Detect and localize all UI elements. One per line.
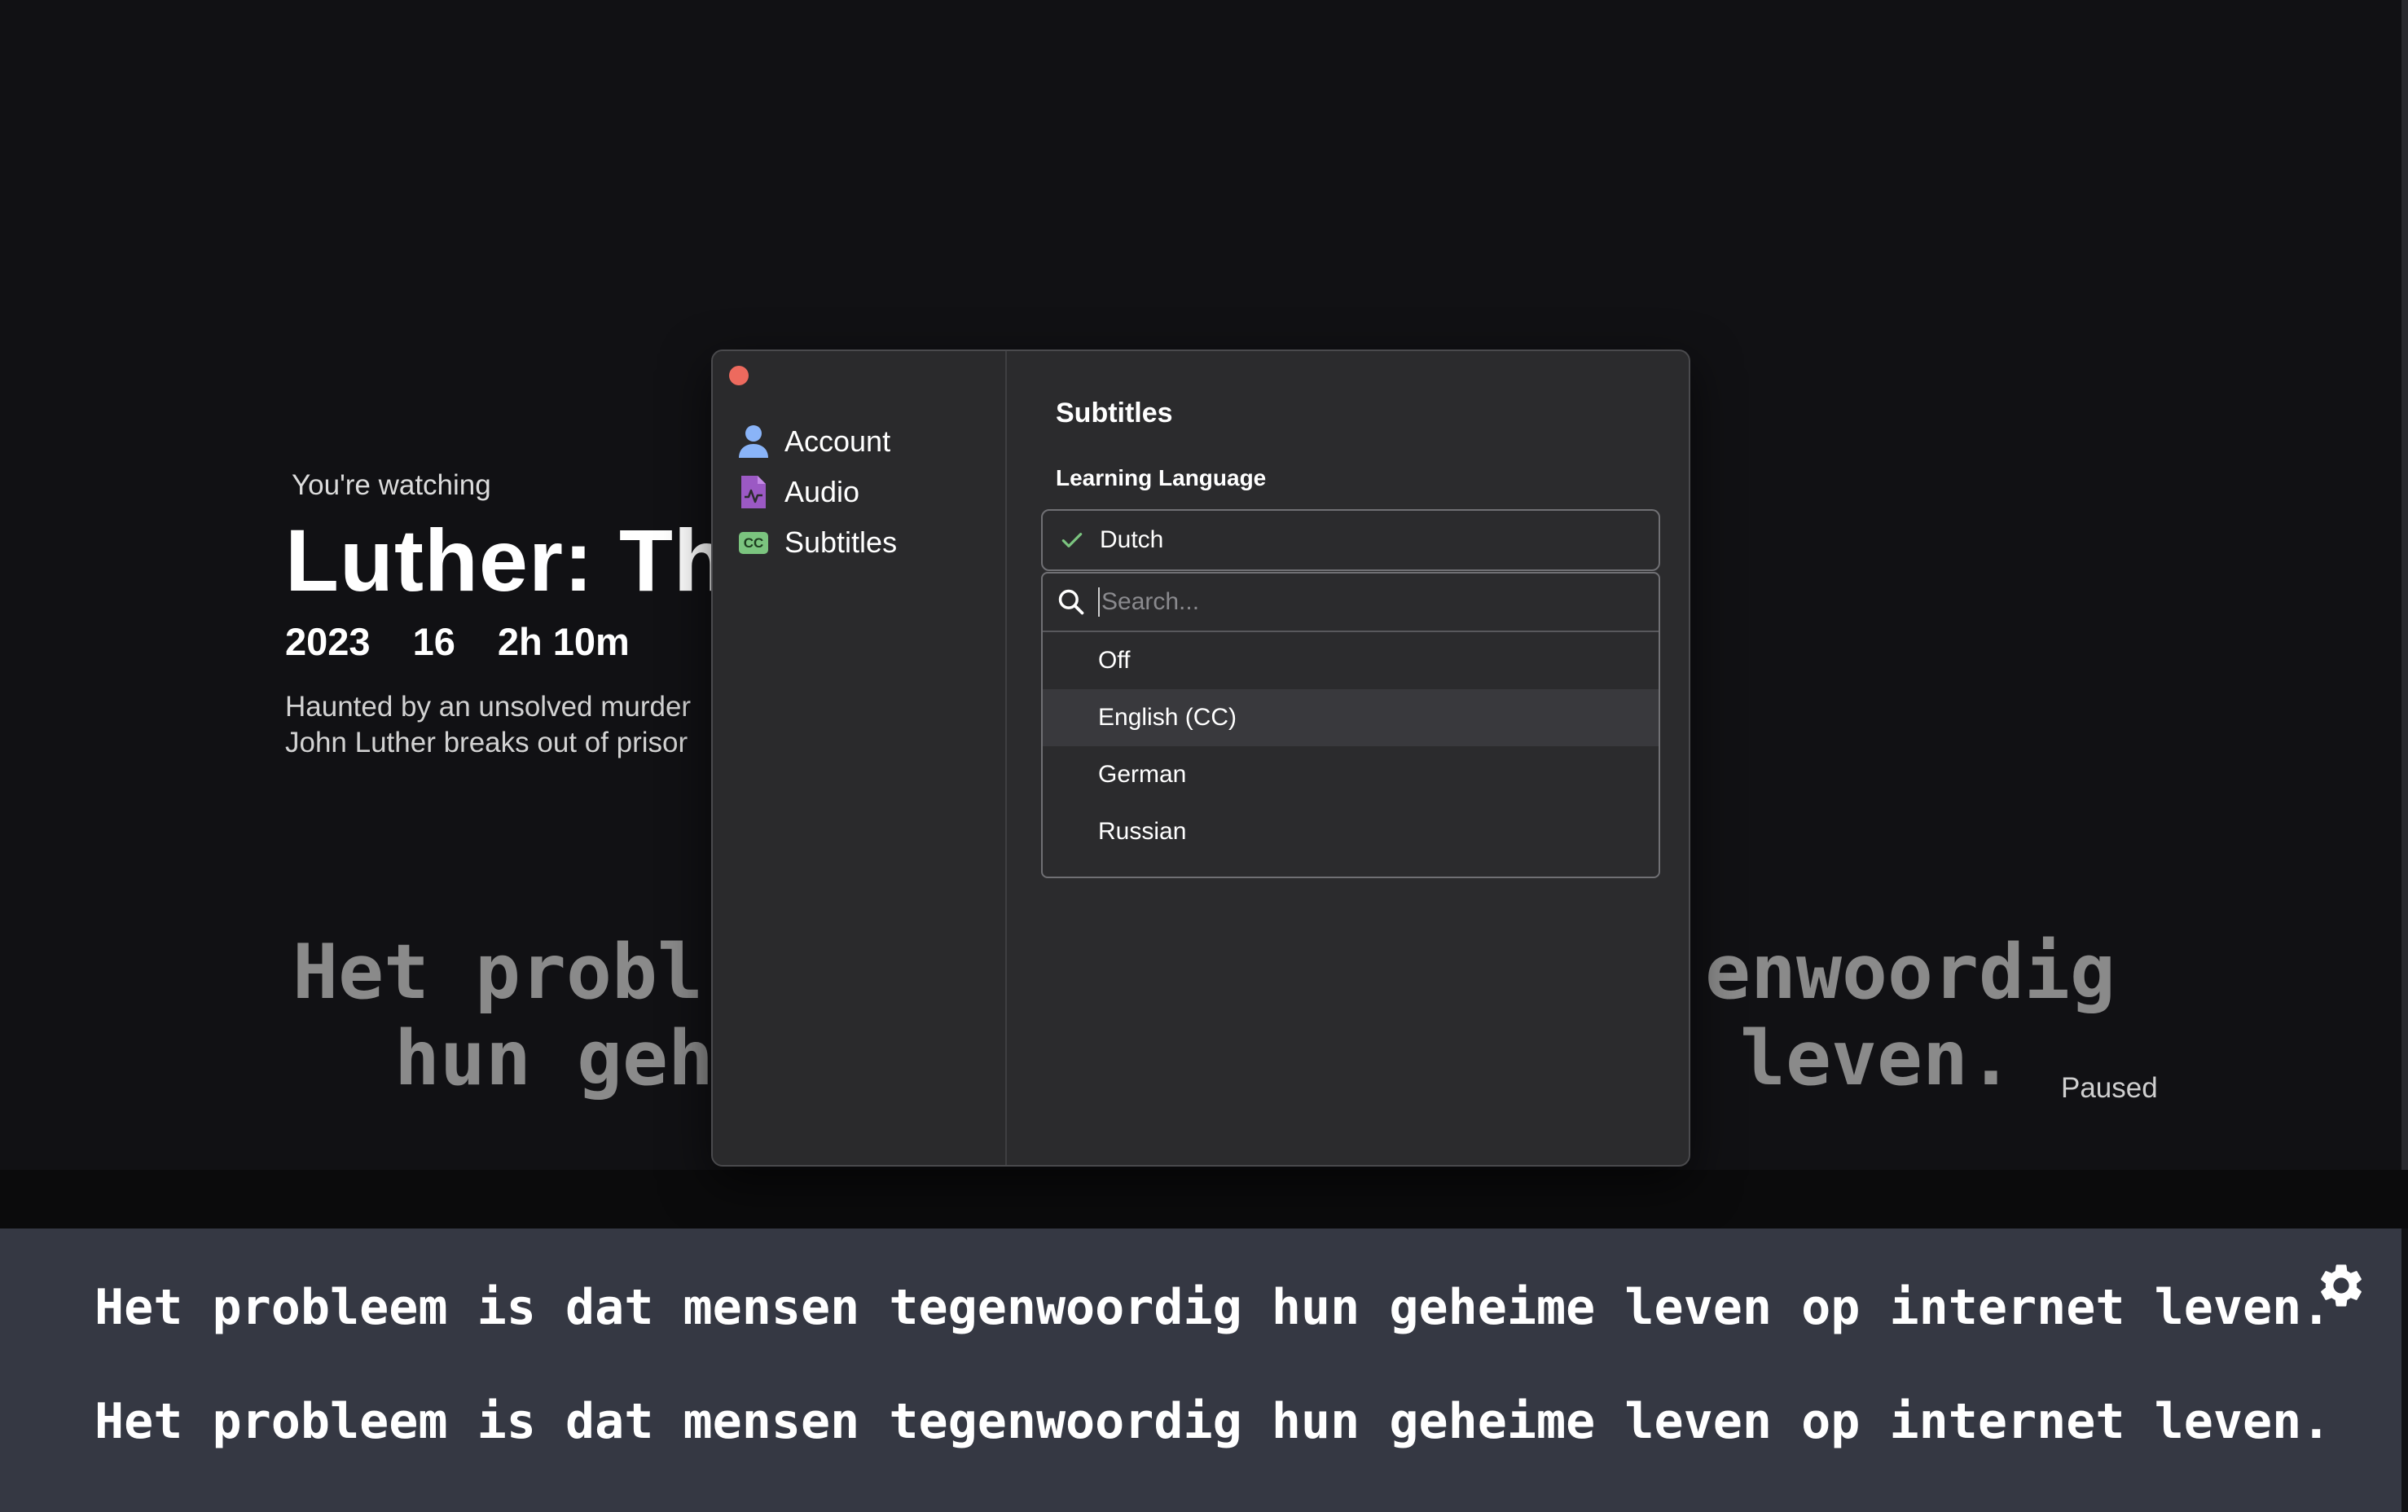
description-line: Haunted by an unsolved murder [285, 691, 692, 723]
movie-title: Luther: Th [285, 511, 728, 609]
settings-content: Subtitles Learning Language Dutch OffEng… [1007, 351, 1689, 1165]
language-option[interactable]: Off [1043, 632, 1659, 689]
sidebar-item-subtitles[interactable]: CC Subtitles [736, 522, 897, 563]
language-option[interactable]: Russian [1043, 803, 1659, 860]
sidebar-item-label: Subtitles [784, 525, 898, 559]
check-icon [1061, 533, 1083, 547]
subtitle-fragment: enwoordig [1705, 928, 2116, 1016]
sidebar-item-label: Account [784, 424, 891, 458]
audio-file-icon [736, 474, 771, 510]
sidebar-item-account[interactable]: Account [736, 421, 890, 462]
scrollbar-track[interactable] [2401, 0, 2408, 1170]
learning-language-label: Learning Language [1056, 465, 1267, 490]
watching-label: You're watching [292, 469, 491, 501]
language-dropdown: OffEnglish (CC)GermanRussianGerman (CC) [1041, 572, 1660, 878]
person-icon [736, 424, 771, 459]
section-title: Subtitles [1056, 398, 1173, 429]
dual-subtitle-panel [0, 1228, 2401, 1512]
gear-icon[interactable] [2315, 1259, 2367, 1312]
language-option[interactable]: German [1043, 746, 1659, 803]
subtitle-fragment: leven. [1739, 1014, 2014, 1102]
player-controls-strip [0, 1170, 2408, 1228]
selected-language: Dutch [1100, 526, 1164, 553]
subtitle-target-line: Het probleem is dat mensen tegenwoordig … [94, 1279, 2331, 1336]
options-list: OffEnglish (CC)GermanRussianGerman (CC) [1043, 632, 1659, 877]
paused-status: Paused [2061, 1072, 2158, 1104]
movie-duration: 2h 10m [497, 620, 630, 663]
movie-meta: 2023 16 2h 10m [285, 619, 672, 664]
sidebar-item-audio[interactable]: Audio [736, 472, 859, 512]
close-button[interactable] [729, 366, 749, 385]
search-input[interactable] [1098, 587, 1624, 617]
sidebar-item-label: Audio [784, 475, 860, 508]
description-line: John Luther breaks out of prisor [285, 727, 688, 758]
cc-badge: CC [738, 531, 769, 554]
cc-icon: CC [736, 525, 771, 560]
search-icon [1058, 589, 1084, 615]
movie-rating: 16 [412, 620, 455, 663]
subtitle-native-line: Het probleem is dat mensen tegenwoordig … [94, 1393, 2331, 1450]
language-select[interactable]: Dutch [1041, 509, 1660, 571]
movie-year: 2023 [285, 620, 371, 663]
subtitle-fragment: hun geh [394, 1014, 714, 1102]
language-option[interactable]: German (CC) [1043, 860, 1659, 877]
subtitle-fragment: Het probl [292, 928, 703, 1016]
language-option[interactable]: English (CC) [1043, 689, 1659, 746]
movie-description: Haunted by an unsolved murder John Luthe… [285, 689, 691, 761]
search-row [1043, 574, 1659, 632]
